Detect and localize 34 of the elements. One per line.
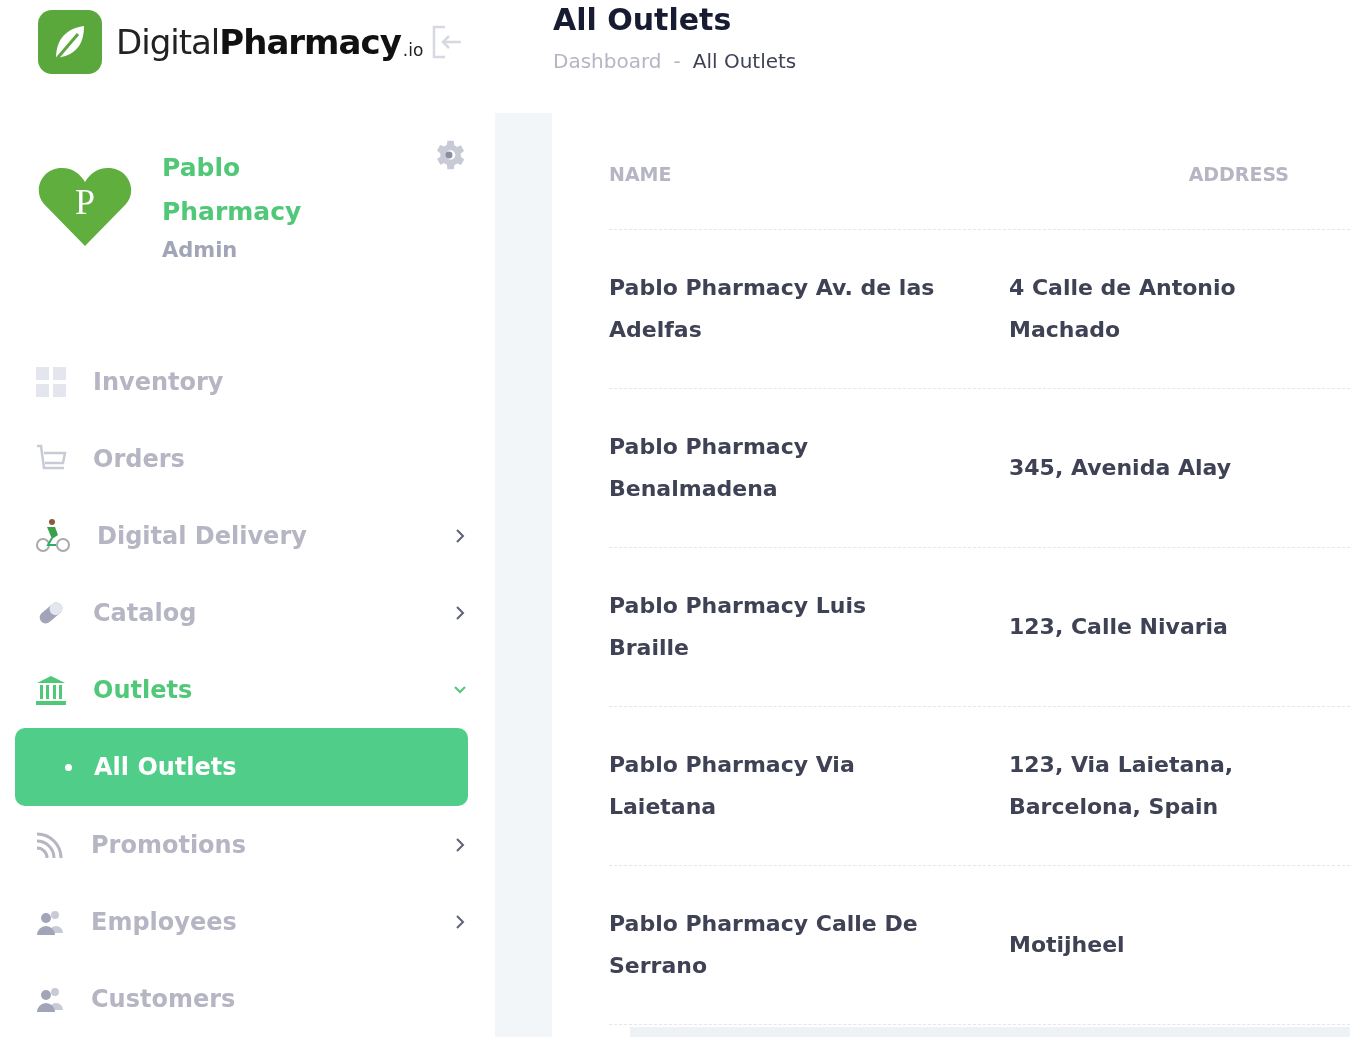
- breadcrumb-separator: -: [673, 49, 681, 73]
- table-cell-text: Pablo Pharmacy Via Laietana: [609, 751, 856, 821]
- table-cell-text: 345, Avenida Alay: [1009, 454, 1231, 482]
- column-header: NAME: [609, 163, 673, 185]
- table-cell-text: Pablo Pharmacy Av. de las Adelfas: [609, 274, 936, 344]
- table-cell-text: Pablo Pharmacy Calle De Serrano: [609, 910, 919, 980]
- table-cell-text: 4 Calle de Antonio Machado: [1009, 274, 1237, 344]
- table-cell-text: 123, Via Laietana, Barcelona, Spain: [1009, 751, 1235, 821]
- nav-item[interactable]: Digital Delivery: [15, 497, 468, 574]
- breadcrumb-link[interactable]: Dashboard: [553, 49, 662, 73]
- collapse-icon[interactable]: [431, 24, 464, 59]
- leaf-logo-icon: [38, 9, 102, 74]
- grid-icon: [35, 365, 67, 398]
- brand-suffix: .io: [402, 39, 424, 60]
- nav-item[interactable]: Employees: [15, 883, 468, 960]
- table-cell-text: Pablo Pharmacy Luis Braille: [609, 592, 868, 662]
- nav-item[interactable]: Outlets: [15, 651, 468, 728]
- cyclist-icon: [35, 517, 71, 554]
- nav-item[interactable]: Orders: [15, 420, 468, 497]
- table-cell-text: Pablo Pharmacy Benalmadena: [609, 433, 810, 503]
- nav-subitem[interactable]: All Outlets: [15, 728, 468, 806]
- bank-icon: [35, 673, 67, 706]
- breadcrumb-current: All Outlets: [692, 49, 797, 73]
- profile-role: Admin: [162, 237, 239, 262]
- brand-name: DigitalPharmacy: [116, 21, 401, 62]
- table-cell-text: 123, Calle Nivaria: [1009, 613, 1228, 641]
- nav-item[interactable]: Catalog: [15, 574, 468, 651]
- column-header: ADDRESS: [1187, 163, 1289, 185]
- table-cell-text: Motijheel: [1009, 931, 1125, 959]
- page-title: All Outlets: [553, 2, 733, 37]
- profile-name: Pablo Pharmacy: [162, 151, 303, 228]
- nav-item[interactable]: Customers: [15, 960, 468, 1037]
- nav-item[interactable]: Inventory: [15, 343, 468, 420]
- nav-item[interactable]: Promotions: [15, 806, 468, 883]
